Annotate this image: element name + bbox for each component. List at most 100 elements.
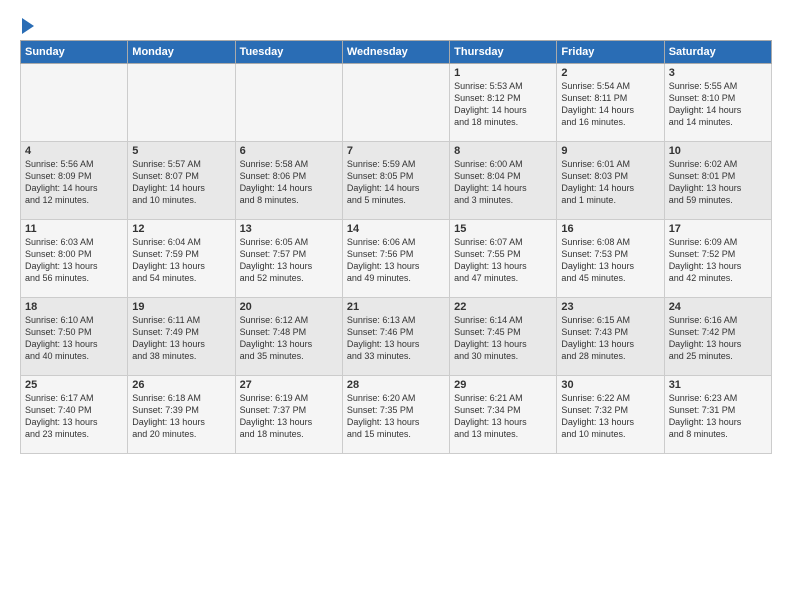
calendar-cell: 22Sunrise: 6:14 AM Sunset: 7:45 PM Dayli… xyxy=(450,298,557,376)
day-number: 25 xyxy=(25,379,123,391)
day-info: Sunrise: 6:08 AM Sunset: 7:53 PM Dayligh… xyxy=(561,236,659,285)
calendar-cell: 25Sunrise: 6:17 AM Sunset: 7:40 PM Dayli… xyxy=(21,376,128,454)
header-day-thursday: Thursday xyxy=(450,41,557,64)
calendar-cell: 24Sunrise: 6:16 AM Sunset: 7:42 PM Dayli… xyxy=(664,298,771,376)
day-info: Sunrise: 6:20 AM Sunset: 7:35 PM Dayligh… xyxy=(347,392,445,441)
logo-text xyxy=(20,16,34,34)
day-number: 23 xyxy=(561,301,659,313)
day-number: 15 xyxy=(454,223,552,235)
day-number: 1 xyxy=(454,67,552,79)
day-info: Sunrise: 5:58 AM Sunset: 8:06 PM Dayligh… xyxy=(240,158,338,207)
day-info: Sunrise: 6:10 AM Sunset: 7:50 PM Dayligh… xyxy=(25,314,123,363)
calendar-cell: 18Sunrise: 6:10 AM Sunset: 7:50 PM Dayli… xyxy=(21,298,128,376)
day-number: 19 xyxy=(132,301,230,313)
day-number: 28 xyxy=(347,379,445,391)
day-info: Sunrise: 6:02 AM Sunset: 8:01 PM Dayligh… xyxy=(669,158,767,207)
day-info: Sunrise: 6:13 AM Sunset: 7:46 PM Dayligh… xyxy=(347,314,445,363)
day-info: Sunrise: 5:55 AM Sunset: 8:10 PM Dayligh… xyxy=(669,80,767,129)
day-number: 8 xyxy=(454,145,552,157)
day-number: 2 xyxy=(561,67,659,79)
day-number: 21 xyxy=(347,301,445,313)
day-number: 12 xyxy=(132,223,230,235)
calendar-cell: 5Sunrise: 5:57 AM Sunset: 8:07 PM Daylig… xyxy=(128,142,235,220)
calendar-cell: 16Sunrise: 6:08 AM Sunset: 7:53 PM Dayli… xyxy=(557,220,664,298)
logo-arrow-icon xyxy=(22,18,34,34)
day-info: Sunrise: 6:00 AM Sunset: 8:04 PM Dayligh… xyxy=(454,158,552,207)
day-number: 17 xyxy=(669,223,767,235)
calendar-cell: 4Sunrise: 5:56 AM Sunset: 8:09 PM Daylig… xyxy=(21,142,128,220)
calendar-cell: 10Sunrise: 6:02 AM Sunset: 8:01 PM Dayli… xyxy=(664,142,771,220)
day-info: Sunrise: 6:23 AM Sunset: 7:31 PM Dayligh… xyxy=(669,392,767,441)
day-number: 22 xyxy=(454,301,552,313)
calendar-cell: 27Sunrise: 6:19 AM Sunset: 7:37 PM Dayli… xyxy=(235,376,342,454)
day-info: Sunrise: 6:04 AM Sunset: 7:59 PM Dayligh… xyxy=(132,236,230,285)
calendar-cell: 31Sunrise: 6:23 AM Sunset: 7:31 PM Dayli… xyxy=(664,376,771,454)
calendar-cell xyxy=(21,64,128,142)
calendar-cell: 30Sunrise: 6:22 AM Sunset: 7:32 PM Dayli… xyxy=(557,376,664,454)
day-number: 30 xyxy=(561,379,659,391)
day-info: Sunrise: 6:22 AM Sunset: 7:32 PM Dayligh… xyxy=(561,392,659,441)
day-info: Sunrise: 6:05 AM Sunset: 7:57 PM Dayligh… xyxy=(240,236,338,285)
header xyxy=(20,16,772,34)
day-info: Sunrise: 5:54 AM Sunset: 8:11 PM Dayligh… xyxy=(561,80,659,129)
day-number: 10 xyxy=(669,145,767,157)
day-info: Sunrise: 6:19 AM Sunset: 7:37 PM Dayligh… xyxy=(240,392,338,441)
page: SundayMondayTuesdayWednesdayThursdayFrid… xyxy=(0,0,792,464)
calendar-cell: 15Sunrise: 6:07 AM Sunset: 7:55 PM Dayli… xyxy=(450,220,557,298)
day-number: 7 xyxy=(347,145,445,157)
calendar-cell: 17Sunrise: 6:09 AM Sunset: 7:52 PM Dayli… xyxy=(664,220,771,298)
header-day-wednesday: Wednesday xyxy=(342,41,449,64)
calendar-cell: 21Sunrise: 6:13 AM Sunset: 7:46 PM Dayli… xyxy=(342,298,449,376)
header-day-tuesday: Tuesday xyxy=(235,41,342,64)
week-row-2: 11Sunrise: 6:03 AM Sunset: 8:00 PM Dayli… xyxy=(21,220,772,298)
day-number: 6 xyxy=(240,145,338,157)
calendar-cell: 6Sunrise: 5:58 AM Sunset: 8:06 PM Daylig… xyxy=(235,142,342,220)
day-info: Sunrise: 6:09 AM Sunset: 7:52 PM Dayligh… xyxy=(669,236,767,285)
day-info: Sunrise: 6:01 AM Sunset: 8:03 PM Dayligh… xyxy=(561,158,659,207)
week-row-4: 25Sunrise: 6:17 AM Sunset: 7:40 PM Dayli… xyxy=(21,376,772,454)
day-number: 11 xyxy=(25,223,123,235)
day-number: 4 xyxy=(25,145,123,157)
header-day-saturday: Saturday xyxy=(664,41,771,64)
day-info: Sunrise: 6:21 AM Sunset: 7:34 PM Dayligh… xyxy=(454,392,552,441)
day-info: Sunrise: 6:17 AM Sunset: 7:40 PM Dayligh… xyxy=(25,392,123,441)
day-number: 18 xyxy=(25,301,123,313)
week-row-1: 4Sunrise: 5:56 AM Sunset: 8:09 PM Daylig… xyxy=(21,142,772,220)
day-number: 16 xyxy=(561,223,659,235)
calendar-cell: 20Sunrise: 6:12 AM Sunset: 7:48 PM Dayli… xyxy=(235,298,342,376)
day-info: Sunrise: 5:59 AM Sunset: 8:05 PM Dayligh… xyxy=(347,158,445,207)
calendar-cell: 8Sunrise: 6:00 AM Sunset: 8:04 PM Daylig… xyxy=(450,142,557,220)
calendar-cell: 13Sunrise: 6:05 AM Sunset: 7:57 PM Dayli… xyxy=(235,220,342,298)
calendar-cell: 3Sunrise: 5:55 AM Sunset: 8:10 PM Daylig… xyxy=(664,64,771,142)
calendar-cell: 19Sunrise: 6:11 AM Sunset: 7:49 PM Dayli… xyxy=(128,298,235,376)
calendar-cell: 29Sunrise: 6:21 AM Sunset: 7:34 PM Dayli… xyxy=(450,376,557,454)
calendar-cell xyxy=(342,64,449,142)
calendar-cell: 11Sunrise: 6:03 AM Sunset: 8:00 PM Dayli… xyxy=(21,220,128,298)
day-number: 3 xyxy=(669,67,767,79)
day-number: 29 xyxy=(454,379,552,391)
day-number: 26 xyxy=(132,379,230,391)
logo xyxy=(20,16,34,34)
calendar-cell xyxy=(128,64,235,142)
header-day-sunday: Sunday xyxy=(21,41,128,64)
day-info: Sunrise: 5:56 AM Sunset: 8:09 PM Dayligh… xyxy=(25,158,123,207)
calendar-cell: 14Sunrise: 6:06 AM Sunset: 7:56 PM Dayli… xyxy=(342,220,449,298)
calendar-cell: 7Sunrise: 5:59 AM Sunset: 8:05 PM Daylig… xyxy=(342,142,449,220)
week-row-3: 18Sunrise: 6:10 AM Sunset: 7:50 PM Dayli… xyxy=(21,298,772,376)
day-info: Sunrise: 6:18 AM Sunset: 7:39 PM Dayligh… xyxy=(132,392,230,441)
day-info: Sunrise: 6:11 AM Sunset: 7:49 PM Dayligh… xyxy=(132,314,230,363)
day-info: Sunrise: 6:15 AM Sunset: 7:43 PM Dayligh… xyxy=(561,314,659,363)
calendar-table: SundayMondayTuesdayWednesdayThursdayFrid… xyxy=(20,40,772,454)
calendar-cell: 26Sunrise: 6:18 AM Sunset: 7:39 PM Dayli… xyxy=(128,376,235,454)
day-info: Sunrise: 6:16 AM Sunset: 7:42 PM Dayligh… xyxy=(669,314,767,363)
calendar-cell: 12Sunrise: 6:04 AM Sunset: 7:59 PM Dayli… xyxy=(128,220,235,298)
day-info: Sunrise: 6:07 AM Sunset: 7:55 PM Dayligh… xyxy=(454,236,552,285)
day-info: Sunrise: 6:14 AM Sunset: 7:45 PM Dayligh… xyxy=(454,314,552,363)
day-number: 31 xyxy=(669,379,767,391)
calendar-cell: 2Sunrise: 5:54 AM Sunset: 8:11 PM Daylig… xyxy=(557,64,664,142)
calendar-cell xyxy=(235,64,342,142)
day-info: Sunrise: 6:12 AM Sunset: 7:48 PM Dayligh… xyxy=(240,314,338,363)
day-number: 24 xyxy=(669,301,767,313)
header-row: SundayMondayTuesdayWednesdayThursdayFrid… xyxy=(21,41,772,64)
calendar-cell: 1Sunrise: 5:53 AM Sunset: 8:12 PM Daylig… xyxy=(450,64,557,142)
